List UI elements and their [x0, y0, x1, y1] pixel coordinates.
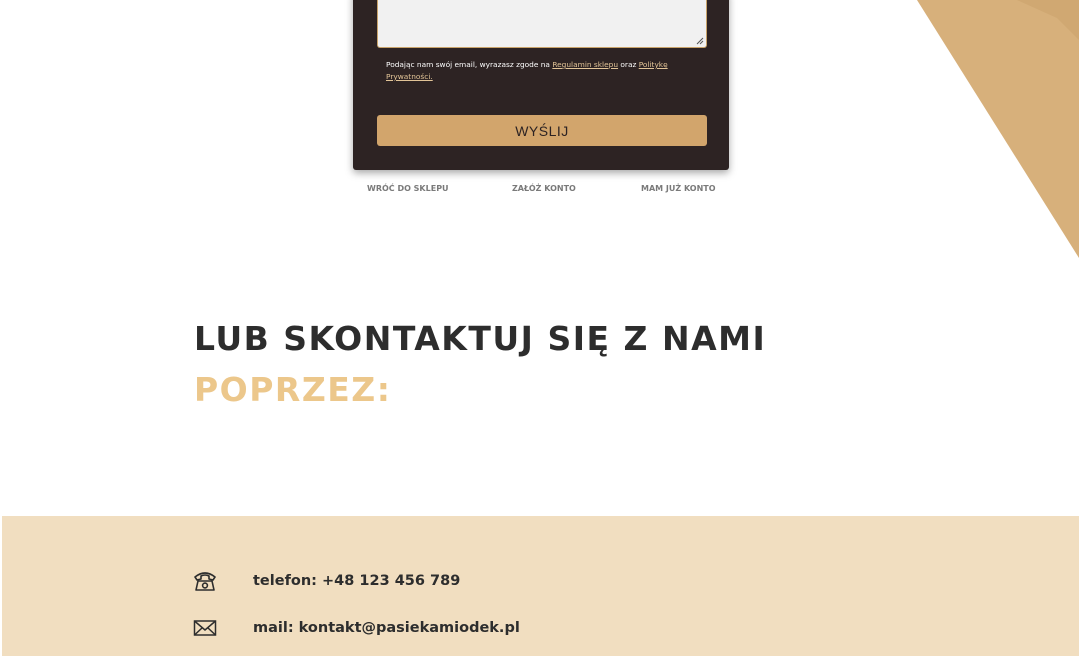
back-to-shop-link[interactable]: WRÓĆ DO SKLEPU	[367, 184, 449, 193]
contact-details-band: telefon: +48 123 456 789 mail: kontakt@p…	[2, 516, 1079, 656]
send-button[interactable]: WYŚLIJ	[377, 115, 707, 146]
phone-text[interactable]: telefon: +48 123 456 789	[253, 573, 460, 589]
corner-decoration	[917, 0, 1079, 258]
heading-line-1: Lub skontaktuj się z nami	[194, 319, 767, 358]
contact-heading: Lub skontaktuj się z nami poprzez:	[194, 313, 766, 415]
envelope-icon	[193, 617, 217, 639]
contact-phone-row: telefon: +48 123 456 789	[193, 569, 460, 593]
consent-notice: Podając nam swój email, wyrazasz zgode n…	[386, 59, 696, 83]
resize-grip-icon[interactable]	[696, 37, 704, 45]
create-account-link[interactable]: ZAŁÓŻ KONTO	[512, 184, 576, 193]
consent-join: oraz	[620, 60, 637, 69]
form-links: WRÓĆ DO SKLEPU ZAŁÓŻ KONTO MAM JUŻ KONTO	[353, 184, 729, 196]
heading-line-2: poprzez:	[194, 370, 392, 409]
telephone-icon	[193, 570, 217, 592]
have-account-link[interactable]: MAM JUŻ KONTO	[641, 184, 716, 193]
consent-prefix: Podając nam swój email, wyrazasz zgode n…	[386, 60, 550, 69]
message-textarea[interactable]	[377, 0, 707, 48]
contact-form-card: Podając nam swój email, wyrazasz zgode n…	[353, 0, 729, 170]
contact-mail-row: mail: kontakt@pasiekamiodek.pl	[193, 616, 520, 640]
email-text[interactable]: mail: kontakt@pasiekamiodek.pl	[253, 620, 520, 636]
terms-link[interactable]: Regulamin sklepu	[552, 60, 618, 69]
